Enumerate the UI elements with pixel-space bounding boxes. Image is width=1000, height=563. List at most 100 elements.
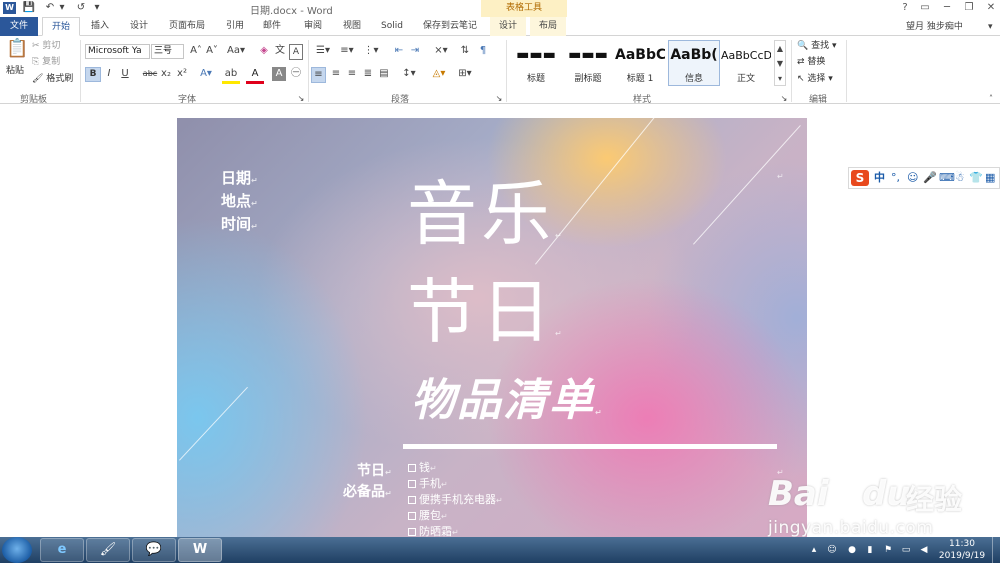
style-heading-1[interactable]: AaBbC 标题 1	[614, 40, 666, 86]
taskbar-paint-icon[interactable]: 🖌	[86, 538, 130, 562]
tab-mailings[interactable]: 邮件	[257, 17, 287, 36]
sogou-logo-icon[interactable]: S	[851, 170, 869, 186]
cut-button[interactable]: ✂ 剪切	[32, 40, 60, 53]
font-size-combo[interactable]: 三号	[151, 44, 184, 59]
help-icon[interactable]: ?	[896, 1, 914, 15]
checkbox-icon[interactable]	[408, 480, 416, 488]
text-effects-icon[interactable]: A▾	[197, 67, 215, 81]
style-normal[interactable]: AaBbCcD 正文	[720, 40, 772, 86]
list-item[interactable]: 钱↵	[408, 460, 437, 476]
multilevel-list-icon[interactable]: ⋮▾	[361, 44, 381, 58]
chinese-layout-icon[interactable]: ⨯▾	[430, 44, 452, 58]
line-spacing-icon[interactable]: ↕▾	[399, 67, 419, 81]
increase-indent-icon[interactable]: ⇥	[408, 44, 422, 58]
format-painter-button[interactable]: 🖌 格式刷	[32, 73, 73, 86]
bold-button[interactable]: B	[85, 67, 101, 82]
user-account[interactable]: 望月 独步痴中	[906, 18, 963, 36]
tab-save-to-cloud-notes[interactable]: 保存到云笔记	[418, 17, 482, 36]
bullets-icon[interactable]: ☰▾	[313, 44, 333, 58]
network-icon[interactable]: ▮	[864, 544, 876, 563]
checkbox-icon[interactable]	[408, 512, 416, 520]
tab-design[interactable]: 设计	[122, 17, 156, 36]
checkbox-icon[interactable]	[408, 464, 416, 472]
copy-button[interactable]: ⎘ 复制	[32, 56, 60, 69]
list-item[interactable]: 手机↵	[408, 476, 448, 492]
strikethrough-button[interactable]: abc	[142, 67, 158, 81]
justify-icon[interactable]: ≣	[361, 67, 375, 81]
punctuation-icon[interactable]: °,	[891, 170, 900, 186]
minimize-button[interactable]: ─	[938, 1, 956, 15]
checkbox-icon[interactable]	[408, 496, 416, 504]
replace-button[interactable]: ⇄ 替换	[797, 56, 825, 69]
microphone-icon[interactable]: 🎤	[923, 170, 937, 186]
tab-page-layout[interactable]: 页面布局	[162, 17, 212, 36]
tray-arrow-icon[interactable]: ▴	[808, 544, 820, 563]
font-name-combo[interactable]: Microsoft Ya	[85, 44, 150, 59]
style-info[interactable]: AaBb( 信息	[668, 40, 720, 86]
phonetic-guide-icon[interactable]: 文	[273, 44, 287, 58]
keyboard-icon[interactable]: ⌨	[939, 170, 955, 186]
shrink-font-icon[interactable]: A˅	[205, 44, 219, 58]
clear-formatting-icon[interactable]: ◈	[257, 44, 271, 58]
list-item[interactable]: 便携手机充电器↵	[408, 492, 503, 508]
word-app-icon[interactable]: W	[3, 2, 16, 14]
decrease-indent-icon[interactable]: ⇤	[392, 44, 406, 58]
list-item[interactable]: 防晒霜↵	[408, 524, 459, 537]
tab-view[interactable]: 视图	[337, 17, 367, 36]
skin-icon[interactable]: 👕	[969, 170, 983, 186]
numbering-icon[interactable]: ≡▾	[337, 44, 357, 58]
close-button[interactable]: ✕	[982, 1, 1000, 15]
show-desktop-button[interactable]	[992, 537, 1000, 563]
list-item[interactable]: 腰包↵	[408, 508, 448, 524]
enclose-character-icon[interactable]: ㊀	[289, 67, 303, 81]
undo-icon[interactable]: ↶	[44, 1, 56, 15]
undo-dropdown-icon[interactable]: ▾	[57, 1, 67, 15]
styles-scroll-icon[interactable]: ▲ ▼ ▾	[774, 40, 786, 86]
center-icon[interactable]: ≡	[329, 67, 343, 81]
restore-button[interactable]: ❐	[960, 1, 978, 15]
change-case-icon[interactable]: Aa▾	[226, 44, 246, 58]
style-subtitle[interactable]: ▬▬▬ 副标题	[562, 40, 614, 86]
character-shading-icon[interactable]: A	[272, 67, 286, 81]
style-title[interactable]: ▬▬▬ 标题	[510, 40, 562, 86]
flag-icon[interactable]: ⚑	[882, 544, 894, 563]
ribbon-display-icon[interactable]: ▭	[916, 1, 934, 15]
tab-table-layout[interactable]: 布局	[530, 17, 566, 36]
font-color-icon[interactable]: A	[246, 67, 264, 84]
toolbox-icon[interactable]: ▦	[985, 170, 995, 186]
tab-references[interactable]: 引用	[220, 17, 250, 36]
start-button[interactable]	[2, 537, 32, 563]
sort-icon[interactable]: ⇅	[458, 44, 472, 58]
borders-icon[interactable]: ⊞▾	[454, 67, 476, 81]
ime-toolbar[interactable]: S 中 °, ☺ 🎤 ⌨ ☃ 👕 ▦	[848, 167, 1000, 189]
align-right-icon[interactable]: ≡	[345, 67, 359, 81]
tab-file[interactable]: 文件	[0, 17, 38, 36]
system-clock[interactable]: 11:30 2019/9/19	[936, 538, 988, 563]
find-button[interactable]: 🔍 查找 ▾	[797, 40, 837, 53]
taskbar-browser-icon[interactable]: e	[40, 538, 84, 562]
ime-language-toggle[interactable]: 中	[874, 170, 885, 186]
document-page[interactable]: 日期↵ 地点↵ 时间↵ 音乐↵ 节日↵ 物品清单↵ ↵ ↵ 节日↵ 必备品↵ 钱…	[177, 118, 807, 537]
volume-icon[interactable]: ◀	[918, 544, 930, 563]
customize-toolbar-icon[interactable]: ▾	[92, 1, 102, 15]
select-button[interactable]: ↖ 选择 ▾	[797, 73, 833, 86]
checkbox-icon[interactable]	[408, 528, 416, 536]
user-icon[interactable]: ☃	[955, 170, 965, 186]
save-icon[interactable]: 💾	[22, 1, 36, 15]
highlight-color-icon[interactable]: ab	[222, 67, 240, 84]
grow-font-icon[interactable]: A˄	[189, 44, 203, 58]
paste-icon[interactable]: 📋	[6, 40, 28, 64]
italic-button[interactable]: I	[102, 67, 116, 81]
distributed-icon[interactable]: ▤	[377, 67, 391, 81]
tab-review[interactable]: 审阅	[298, 17, 328, 36]
tab-insert[interactable]: 插入	[84, 17, 116, 36]
tab-table-design[interactable]: 设计	[490, 17, 526, 36]
show-marks-icon[interactable]: ¶	[476, 44, 490, 58]
display-icon[interactable]: ▭	[900, 544, 912, 563]
tray-wechat-icon[interactable]: ☺	[826, 544, 838, 563]
taskbar-wechat-icon[interactable]: 💬	[132, 538, 176, 562]
subscript-button[interactable]: x₂	[159, 67, 173, 81]
redo-icon[interactable]: ↺	[74, 1, 88, 15]
superscript-button[interactable]: x²	[175, 67, 189, 81]
tab-home[interactable]: 开始	[42, 17, 80, 36]
